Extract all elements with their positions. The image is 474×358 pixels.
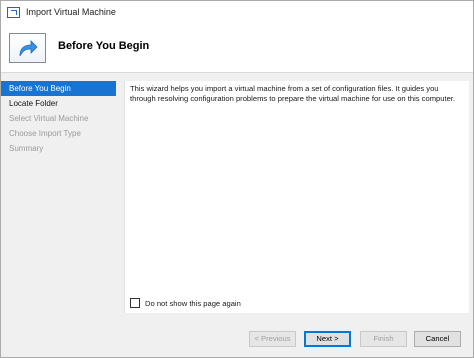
do-not-show-again-label: Do not show this page again bbox=[145, 298, 241, 308]
content-pane: This wizard helps you import a virtual m… bbox=[124, 81, 469, 313]
wizard-steps: Before You Begin Locate Folder Select Vi… bbox=[1, 81, 116, 156]
window-title: Import Virtual Machine bbox=[26, 7, 116, 17]
step-summary: Summary bbox=[9, 144, 44, 153]
do-not-show-again-option[interactable]: Do not show this page again bbox=[130, 298, 241, 308]
import-virtual-machine-window: Import Virtual Machine Before You Begin … bbox=[0, 0, 474, 358]
step-before-you-begin[interactable]: Before You Begin bbox=[1, 81, 116, 96]
page-title: Before You Begin bbox=[58, 40, 150, 52]
next-button[interactable]: Next > bbox=[304, 331, 351, 347]
import-vm-icon bbox=[7, 6, 20, 18]
step-locate-folder[interactable]: Locate Folder bbox=[1, 96, 116, 111]
step-choose-import-type: Choose Import Type bbox=[9, 129, 81, 138]
previous-button[interactable]: < Previous bbox=[249, 331, 296, 347]
title-bar: Import Virtual Machine bbox=[1, 1, 473, 23]
do-not-show-again-checkbox[interactable] bbox=[130, 298, 140, 308]
wizard-description: This wizard helps you import a virtual m… bbox=[130, 84, 456, 103]
wizard-header: Before You Begin bbox=[1, 23, 473, 73]
arrow-forward-icon bbox=[9, 33, 46, 63]
cancel-button[interactable]: Cancel bbox=[414, 331, 461, 347]
step-select-virtual-machine: Select Virtual Machine bbox=[9, 114, 89, 123]
finish-button[interactable]: Finish bbox=[360, 331, 407, 347]
wizard-footer: < Previous Next > Finish Cancel bbox=[1, 323, 473, 357]
